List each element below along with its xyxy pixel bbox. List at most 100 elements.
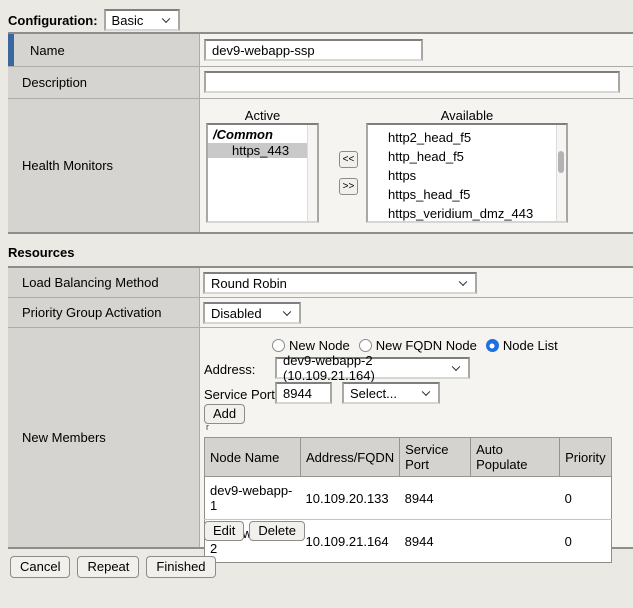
- health-monitors-row: Health Monitors Active Available /Common…: [8, 99, 633, 232]
- description-row: Description: [8, 67, 633, 99]
- active-partition-label: /Common: [208, 125, 317, 143]
- configuration-select[interactable]: Basic: [104, 9, 180, 31]
- delete-button[interactable]: Delete: [249, 521, 305, 541]
- name-row: Name: [8, 34, 633, 67]
- active-monitors-listbox[interactable]: /Common https_443: [206, 123, 319, 223]
- edit-button[interactable]: Edit: [204, 521, 244, 541]
- available-monitor-item[interactable]: http2_head_f5: [368, 128, 566, 147]
- available-list-scrollbar-thumb[interactable]: [558, 151, 564, 173]
- pool-configuration-page: Configuration: Basic Name Description: [0, 0, 633, 608]
- members-table-header: Node Name: [205, 438, 301, 477]
- health-monitors-label-cell: Health Monitors: [8, 99, 200, 232]
- cancel-button[interactable]: Cancel: [10, 556, 70, 578]
- members-table-header-row: Node Name Address/FQDN Service Port Auto…: [205, 438, 612, 477]
- members-table-header: Service Port: [400, 438, 471, 477]
- name-input[interactable]: [204, 39, 423, 61]
- load-balancing-method-row: Load Balancing Method Round Robin: [8, 268, 633, 298]
- node-type-radio-group: New Node New FQDN Node Node List: [272, 338, 567, 353]
- chevron-down-icon: [452, 363, 460, 371]
- load-balancing-method-select[interactable]: Round Robin: [203, 272, 477, 294]
- description-label: Description: [22, 75, 87, 90]
- new-node-radio-label[interactable]: New Node: [289, 338, 350, 353]
- name-label-cell: Name: [8, 34, 200, 66]
- priority-group-activation-label-cell: Priority Group Activation: [8, 298, 200, 327]
- repeat-button[interactable]: Repeat: [77, 556, 139, 578]
- priority-group-activation-select-value: Disabled: [211, 306, 262, 321]
- available-monitors-listbox[interactable]: http2_head_f5 http_head_f5 https https_h…: [366, 123, 568, 223]
- node-list-radio-label[interactable]: Node List: [503, 338, 558, 353]
- available-monitor-item[interactable]: https: [368, 166, 566, 185]
- member-service-port: 8944: [400, 477, 471, 520]
- address-select-value: dev9-webapp-2 (10.109.21.164): [283, 353, 448, 383]
- member-address: 10.109.21.164: [301, 520, 400, 563]
- member-priority: 0: [560, 477, 611, 520]
- service-port-select-value: Select...: [350, 386, 397, 401]
- health-monitors-label: Health Monitors: [22, 158, 113, 173]
- configuration-label: Configuration:: [8, 13, 98, 28]
- move-to-available-button[interactable]: >>: [339, 178, 358, 195]
- name-label: Name: [30, 43, 65, 58]
- members-table-header: Priority: [560, 438, 611, 477]
- health-monitors-value-cell: Active Available /Common https_443 << >>…: [200, 99, 633, 232]
- members-table-row[interactable]: dev9-webapp-1 10.109.20.133 8944 0: [205, 477, 612, 520]
- description-label-cell: Description: [8, 67, 200, 98]
- member-priority: 0: [560, 520, 611, 563]
- new-members-label-cell: New Members: [8, 328, 200, 547]
- members-table-actions: Edit Delete: [204, 521, 305, 541]
- members-table-header: Auto Populate: [471, 438, 560, 477]
- members-table: Node Name Address/FQDN Service Port Auto…: [204, 437, 612, 563]
- active-list-header: Active: [206, 108, 319, 123]
- new-members-label: New Members: [22, 430, 106, 445]
- active-list-scrollbar[interactable]: [307, 125, 317, 221]
- chevron-down-icon: [422, 388, 430, 396]
- new-fqdn-node-radio-label[interactable]: New FQDN Node: [376, 338, 477, 353]
- member-auto-populate: [471, 520, 560, 563]
- chevron-down-icon: [161, 15, 169, 23]
- general-properties-table: Name Description Health Monitors Active …: [8, 32, 633, 234]
- new-node-radio[interactable]: [272, 339, 285, 352]
- chevron-down-icon: [459, 278, 467, 286]
- required-indicator-bar: [8, 34, 14, 66]
- node-list-radio[interactable]: [486, 339, 499, 352]
- member-auto-populate: [471, 477, 560, 520]
- chevron-down-icon: [283, 308, 291, 316]
- description-value-cell: [200, 67, 633, 98]
- address-select[interactable]: dev9-webapp-2 (10.109.21.164): [275, 357, 470, 379]
- form-footer: Cancel Repeat Finished: [10, 556, 216, 578]
- member-service-port: 8944: [400, 520, 471, 563]
- add-button[interactable]: Add: [204, 404, 245, 424]
- move-to-active-button[interactable]: <<: [339, 151, 358, 168]
- available-list-header: Available: [366, 108, 568, 123]
- new-fqdn-node-radio[interactable]: [359, 339, 372, 352]
- available-monitor-item[interactable]: https_head_f5: [368, 185, 566, 204]
- resources-table: Load Balancing Method Round Robin Priori…: [8, 266, 633, 549]
- load-balancing-method-label: Load Balancing Method: [22, 275, 159, 290]
- stray-text: r: [206, 422, 209, 432]
- member-address: 10.109.20.133: [301, 477, 400, 520]
- priority-group-activation-value-cell: Disabled: [200, 298, 633, 327]
- priority-group-activation-select[interactable]: Disabled: [203, 302, 301, 324]
- available-list-scrollbar[interactable]: [556, 125, 566, 221]
- member-node-name: dev9-webapp-1: [205, 477, 301, 520]
- active-monitor-item[interactable]: https_443: [208, 143, 307, 158]
- available-monitor-item[interactable]: https_veridium_dmz_443: [368, 204, 566, 223]
- load-balancing-method-value-cell: Round Robin: [200, 268, 633, 297]
- load-balancing-method-select-value: Round Robin: [211, 276, 287, 291]
- address-label: Address:: [204, 359, 255, 380]
- finished-button[interactable]: Finished: [146, 556, 215, 578]
- available-monitor-item[interactable]: http_head_f5: [368, 147, 566, 166]
- resources-section-title: Resources: [8, 245, 74, 260]
- name-value-cell: [200, 34, 633, 66]
- description-input[interactable]: [204, 71, 620, 93]
- service-port-input[interactable]: [275, 382, 332, 404]
- service-port-label: Service Port:: [204, 384, 278, 405]
- configuration-bar: Configuration: Basic: [8, 9, 180, 31]
- priority-group-activation-row: Priority Group Activation Disabled: [8, 298, 633, 328]
- configuration-select-value: Basic: [112, 13, 144, 28]
- new-members-value-cell: New Node New FQDN Node Node List Address…: [200, 328, 633, 547]
- priority-group-activation-label: Priority Group Activation: [22, 305, 161, 320]
- service-port-select[interactable]: Select...: [342, 382, 440, 404]
- new-members-row: New Members New Node New FQDN Node Node …: [8, 328, 633, 547]
- members-table-header: Address/FQDN: [301, 438, 400, 477]
- load-balancing-method-label-cell: Load Balancing Method: [8, 268, 200, 297]
